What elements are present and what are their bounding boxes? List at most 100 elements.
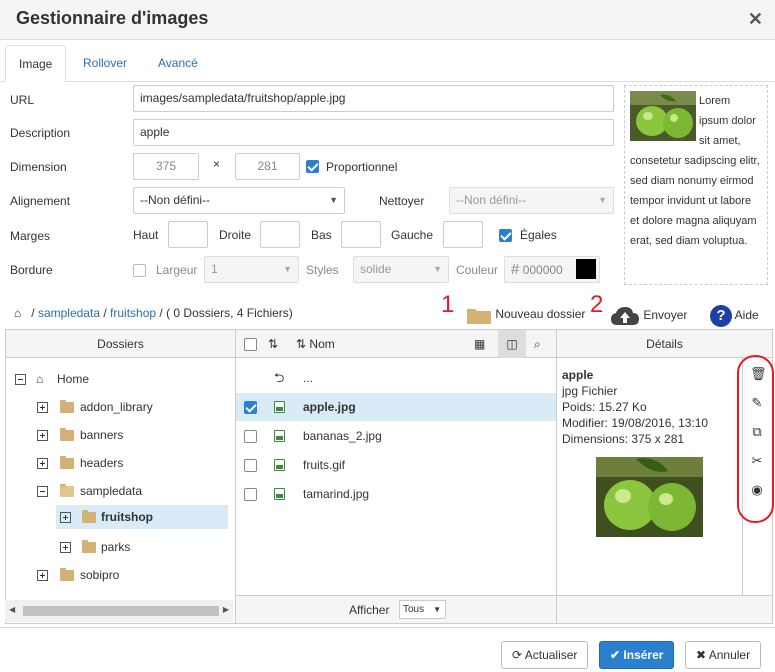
row-checkbox[interactable] — [244, 488, 257, 501]
margin-right-input[interactable] — [260, 221, 300, 248]
proportional-checkbox[interactable] — [306, 160, 319, 173]
expand-icon[interactable] — [37, 430, 48, 441]
row-checkbox[interactable] — [244, 430, 257, 443]
width-input[interactable]: 375 — [133, 153, 199, 180]
search-icon[interactable]: ⌕ — [534, 330, 541, 358]
detail-weight: Poids: 15.27 Ko — [562, 400, 647, 414]
refresh-button[interactable]: ⟳ Actualiser — [501, 641, 589, 669]
select-all-checkbox[interactable] — [244, 338, 257, 351]
margin-bottom-input[interactable] — [341, 221, 381, 248]
expand-icon[interactable] — [60, 512, 71, 523]
tree-label: parks — [101, 540, 131, 554]
annotation-marker-1: 1 — [441, 291, 455, 318]
image-file-icon — [274, 430, 285, 442]
list-item-parent[interactable]: ⮌ ... — [236, 364, 556, 392]
close-icon[interactable]: ✕ — [748, 9, 763, 30]
preview-eye-icon[interactable]: ◉ — [750, 483, 764, 497]
scroll-left-icon[interactable]: ◀ — [9, 605, 15, 614]
sort-type-icon[interactable]: ⇅ — [268, 330, 278, 358]
delete-icon[interactable]: 🗑 — [750, 367, 767, 381]
tree-item-parks[interactable]: parks — [6, 535, 235, 559]
equal-margins-checkbox[interactable] — [499, 229, 512, 242]
cut-icon[interactable]: ✂ — [750, 454, 764, 468]
margin-left-input[interactable] — [443, 221, 483, 248]
collapse-icon[interactable] — [37, 486, 48, 497]
tree-item-addon-library[interactable]: addon_library — [6, 395, 235, 419]
list-item[interactable]: tamarind.jpg — [236, 480, 556, 508]
upload-label: Envoyer — [643, 308, 688, 323]
cloud-upload-icon — [611, 307, 639, 325]
border-width-select[interactable]: 1 ▼ — [204, 256, 299, 283]
tree-item-sampledata[interactable]: sampledata — [6, 479, 235, 503]
tree-item-banners[interactable]: banners — [6, 423, 235, 447]
scrollbar-thumb[interactable] — [23, 606, 219, 616]
new-folder-label: Nouveau dossier — [495, 307, 586, 322]
list-item[interactable]: fruits.gif — [236, 451, 556, 479]
refresh-icon: ⟳ — [512, 648, 523, 662]
breadcrumb-sampledata[interactable]: sampledata — [38, 306, 100, 320]
border-width-value: 1 — [211, 262, 218, 276]
clear-select[interactable]: --Non défini-- ▼ — [449, 187, 614, 214]
border-checkbox[interactable] — [133, 264, 146, 277]
scroll-right-icon[interactable]: ▶ — [223, 605, 229, 614]
help-button[interactable]: ? Aide — [710, 305, 759, 327]
tree-item-home[interactable]: ⌂ Home — [6, 367, 235, 391]
collapse-icon[interactable] — [15, 374, 26, 385]
tab-advanced[interactable]: Avancé — [145, 45, 211, 82]
breadcrumb-sep: / — [159, 306, 163, 320]
margin-top-input[interactable] — [168, 221, 208, 248]
tab-rollover[interactable]: Rollover — [70, 45, 140, 82]
expand-icon[interactable] — [37, 402, 48, 413]
sort-name-button[interactable]: ⇅ Nom — [296, 330, 335, 358]
tree-scrollbar[interactable]: ◀ ▶ — [5, 600, 233, 622]
border-color-label: Couleur — [456, 263, 499, 277]
height-input[interactable]: 281 — [235, 153, 300, 180]
grid-view-icon[interactable]: ▦ — [474, 330, 485, 358]
border-color-value: 000000 — [522, 263, 563, 277]
caret-down-icon: ▼ — [329, 195, 338, 205]
row-checkbox[interactable] — [244, 401, 257, 414]
list-item[interactable]: bananas_2.jpg — [236, 422, 556, 450]
url-input[interactable]: images/sampledata/fruitshop/apple.jpg — [133, 85, 614, 112]
detail-modified: Modifier: 19/08/2016, 13:10 — [562, 416, 709, 430]
home-icon[interactable]: ⌂ — [14, 306, 21, 320]
tree-item-sobipro[interactable]: sobipro — [6, 563, 235, 587]
apple-detail-image — [596, 457, 703, 537]
list-item[interactable]: apple.jpg — [236, 393, 556, 421]
color-swatch[interactable] — [576, 259, 596, 279]
divider — [556, 330, 557, 623]
new-folder-button[interactable]: Nouveau dossier — [466, 305, 585, 325]
tree-item-fruitshop[interactable]: fruitshop — [56, 505, 228, 529]
rename-icon[interactable]: ✎ — [750, 396, 764, 410]
show-select[interactable]: Tous ▼ — [399, 600, 446, 619]
breadcrumb-fruitshop[interactable]: fruitshop — [110, 306, 156, 320]
row-checkbox[interactable] — [244, 459, 257, 472]
expand-icon[interactable] — [37, 570, 48, 581]
help-label: Aide — [734, 308, 759, 323]
tree-label: addon_library — [80, 400, 153, 414]
files-footer: Afficher Tous ▼ — [236, 595, 556, 623]
folder-icon — [60, 400, 74, 413]
image-file-icon — [274, 488, 285, 500]
folder-icon — [60, 456, 74, 469]
columns-view-icon[interactable]: ◫ — [498, 330, 526, 358]
folder-icon — [82, 540, 96, 553]
expand-icon[interactable] — [60, 542, 71, 553]
margins-label: Marges — [10, 229, 51, 243]
border-style-select[interactable]: solide ▼ — [353, 256, 449, 283]
tab-image[interactable]: Image — [5, 45, 67, 82]
caret-down-icon: ▼ — [433, 605, 441, 614]
insert-button[interactable]: ✔ Insérer — [599, 641, 675, 669]
folder-summary: ( 0 Dossiers, 4 Fichiers) — [166, 306, 293, 320]
file-tools: 🗑 ✎ ⧉ ✂ ◉ — [737, 355, 774, 523]
copy-icon[interactable]: ⧉ — [750, 425, 764, 439]
description-input[interactable]: apple — [133, 119, 614, 146]
upload-button[interactable]: Envoyer — [610, 305, 687, 327]
alignment-select[interactable]: --Non défini-- ▼ — [133, 187, 345, 214]
expand-icon[interactable] — [37, 458, 48, 469]
tree-item-headers[interactable]: headers — [6, 451, 235, 475]
cancel-button[interactable]: ✖ Annuler — [685, 641, 762, 669]
tree-label: Home — [57, 372, 90, 386]
annotation-marker-2: 2 — [590, 291, 604, 318]
clear-select-value: --Non défini-- — [456, 193, 527, 207]
